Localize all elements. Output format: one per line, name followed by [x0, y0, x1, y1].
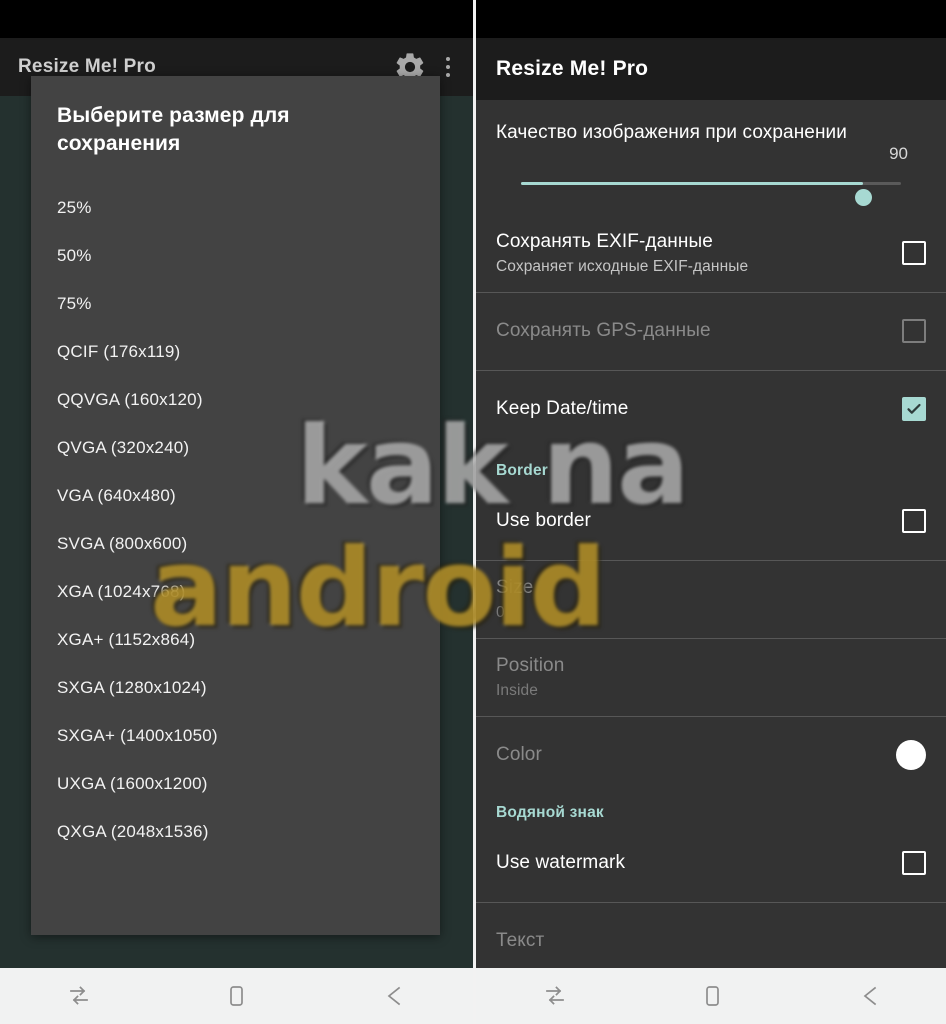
setting-text: Сохранять EXIF-данные Сохраняет исходные …	[496, 230, 902, 276]
section-watermark-wrap: Водяной знак	[476, 794, 946, 824]
size-option-item[interactable]: UXGA (1600x1200)	[31, 760, 440, 808]
setting-row[interactable]: Сохранять EXIF-данные Сохраняет исходные …	[476, 214, 946, 292]
check-icon	[907, 403, 921, 414]
setting-row: Color	[476, 716, 946, 794]
size-option-item[interactable]: QXGA (2048x1536)	[31, 808, 440, 856]
border-settings-group: Use border Size 0 Position Inside Color	[476, 482, 946, 794]
dialog-title: Выберите размер для сохранения	[57, 104, 290, 155]
setting-title: Keep Date/time	[496, 397, 629, 419]
size-option-item[interactable]: SXGA (1280x1024)	[31, 664, 440, 712]
quality-slider[interactable]: 90	[496, 144, 926, 206]
watermark-settings-group: Use watermark Текст	[476, 824, 946, 980]
setting-row: Сохранять GPS-данные	[476, 292, 946, 370]
setting-row: Position Inside	[476, 638, 946, 716]
setting-subtitle: 0	[496, 603, 505, 621]
setting-title: Position	[496, 655, 565, 677]
size-option-item[interactable]: XGA+ (1152x864)	[31, 616, 440, 664]
status-bar-right	[476, 0, 946, 38]
right-app-bar: Resize Me! Pro	[476, 38, 946, 100]
setting-title: Use watermark	[496, 851, 626, 873]
android-nav-bar-left	[0, 968, 473, 1024]
size-option-item[interactable]: XGA (1024x768)	[31, 568, 440, 616]
home-icon[interactable]	[682, 968, 742, 1024]
size-picker-dialog: Выберите размер для сохранения 25% 50% 75%…	[31, 76, 440, 935]
size-option-item[interactable]: SXGA+ (1400x1050)	[31, 712, 440, 760]
setting-text: Use watermark	[496, 851, 902, 876]
setting-text: Color	[496, 743, 896, 768]
kebab-dot	[446, 65, 450, 69]
section-border-wrap: Border	[476, 448, 946, 482]
setting-subtitle: Сохраняет исходные EXIF-данные	[496, 257, 749, 275]
size-options-list: 25% 50% 75% QCIF (176x119) QQVGA (160x120) QV…	[31, 184, 440, 856]
home-icon[interactable]	[206, 968, 266, 1024]
setting-text: Position Inside	[496, 654, 926, 700]
status-bar-left	[0, 0, 473, 38]
setting-title: Size	[496, 577, 534, 599]
color-swatch	[896, 740, 926, 770]
size-option-item[interactable]: 25%	[31, 184, 440, 232]
size-option-item[interactable]: SVGA (800x600)	[31, 520, 440, 568]
setting-text: Текст	[496, 929, 926, 954]
quality-label: Качество изображения при сохранении	[496, 122, 847, 143]
section-header-border: Border	[496, 462, 549, 479]
setting-text: Сохранять GPS-данные	[496, 319, 902, 344]
slider-track-fill	[521, 182, 863, 185]
recent-apps-icon[interactable]	[49, 968, 109, 1024]
back-icon[interactable]	[840, 968, 900, 1024]
android-nav-bar-right	[476, 968, 946, 1024]
quality-setting-row[interactable]: Качество изображения при сохранении 90	[476, 100, 946, 214]
setting-text: Use border	[496, 509, 902, 534]
overflow-menu-icon[interactable]	[437, 57, 459, 77]
setting-checkbox	[902, 319, 926, 343]
settings-list: Качество изображения при сохранении 90 С…	[476, 100, 946, 980]
setting-row[interactable]: Keep Date/time	[476, 370, 946, 448]
slider-track	[521, 182, 901, 206]
kebab-dot	[446, 57, 450, 61]
setting-checkbox[interactable]	[902, 509, 926, 533]
size-option-item[interactable]: QQVGA (160x120)	[31, 376, 440, 424]
exif-settings-group: Сохранять EXIF-данные Сохраняет исходные …	[476, 214, 946, 448]
setting-title: Color	[496, 743, 542, 765]
left-phone-panel: Resize Me! Pro Выберите размер для сохра…	[0, 0, 473, 1024]
setting-title: Сохранять GPS-данные	[496, 319, 711, 341]
setting-text: Keep Date/time	[496, 397, 902, 422]
setting-checkbox[interactable]	[902, 397, 926, 421]
left-app-title: Resize Me! Pro	[18, 56, 156, 77]
setting-title: Use border	[496, 509, 591, 531]
setting-row: Size 0	[476, 560, 946, 638]
back-icon[interactable]	[364, 968, 424, 1024]
right-phone-panel: Resize Me! Pro Качество изображения при …	[473, 0, 946, 1024]
setting-subtitle: Inside	[496, 681, 538, 699]
section-header-watermark: Водяной знак	[496, 804, 604, 821]
size-option-item[interactable]: QVGA (320x240)	[31, 424, 440, 472]
setting-row[interactable]: Use border	[476, 482, 946, 560]
size-option-item[interactable]: 50%	[31, 232, 440, 280]
right-app-title: Resize Me! Pro	[496, 57, 649, 80]
setting-row[interactable]: Use watermark	[476, 824, 946, 902]
size-option-item[interactable]: VGA (640x480)	[31, 472, 440, 520]
quality-value: 90	[889, 144, 908, 163]
size-option-item[interactable]: QCIF (176x119)	[31, 328, 440, 376]
kebab-dot	[446, 73, 450, 77]
setting-checkbox[interactable]	[902, 241, 926, 265]
setting-checkbox[interactable]	[902, 851, 926, 875]
setting-title: Сохранять EXIF-данные	[496, 231, 713, 253]
size-option-item[interactable]: 75%	[31, 280, 440, 328]
setting-title: Текст	[496, 929, 545, 951]
recent-apps-icon[interactable]	[525, 968, 585, 1024]
setting-text: Size 0	[496, 576, 926, 622]
screenshot-root: Resize Me! Pro Выберите размер для сохра…	[0, 0, 946, 1024]
slider-thumb[interactable]	[855, 189, 872, 206]
